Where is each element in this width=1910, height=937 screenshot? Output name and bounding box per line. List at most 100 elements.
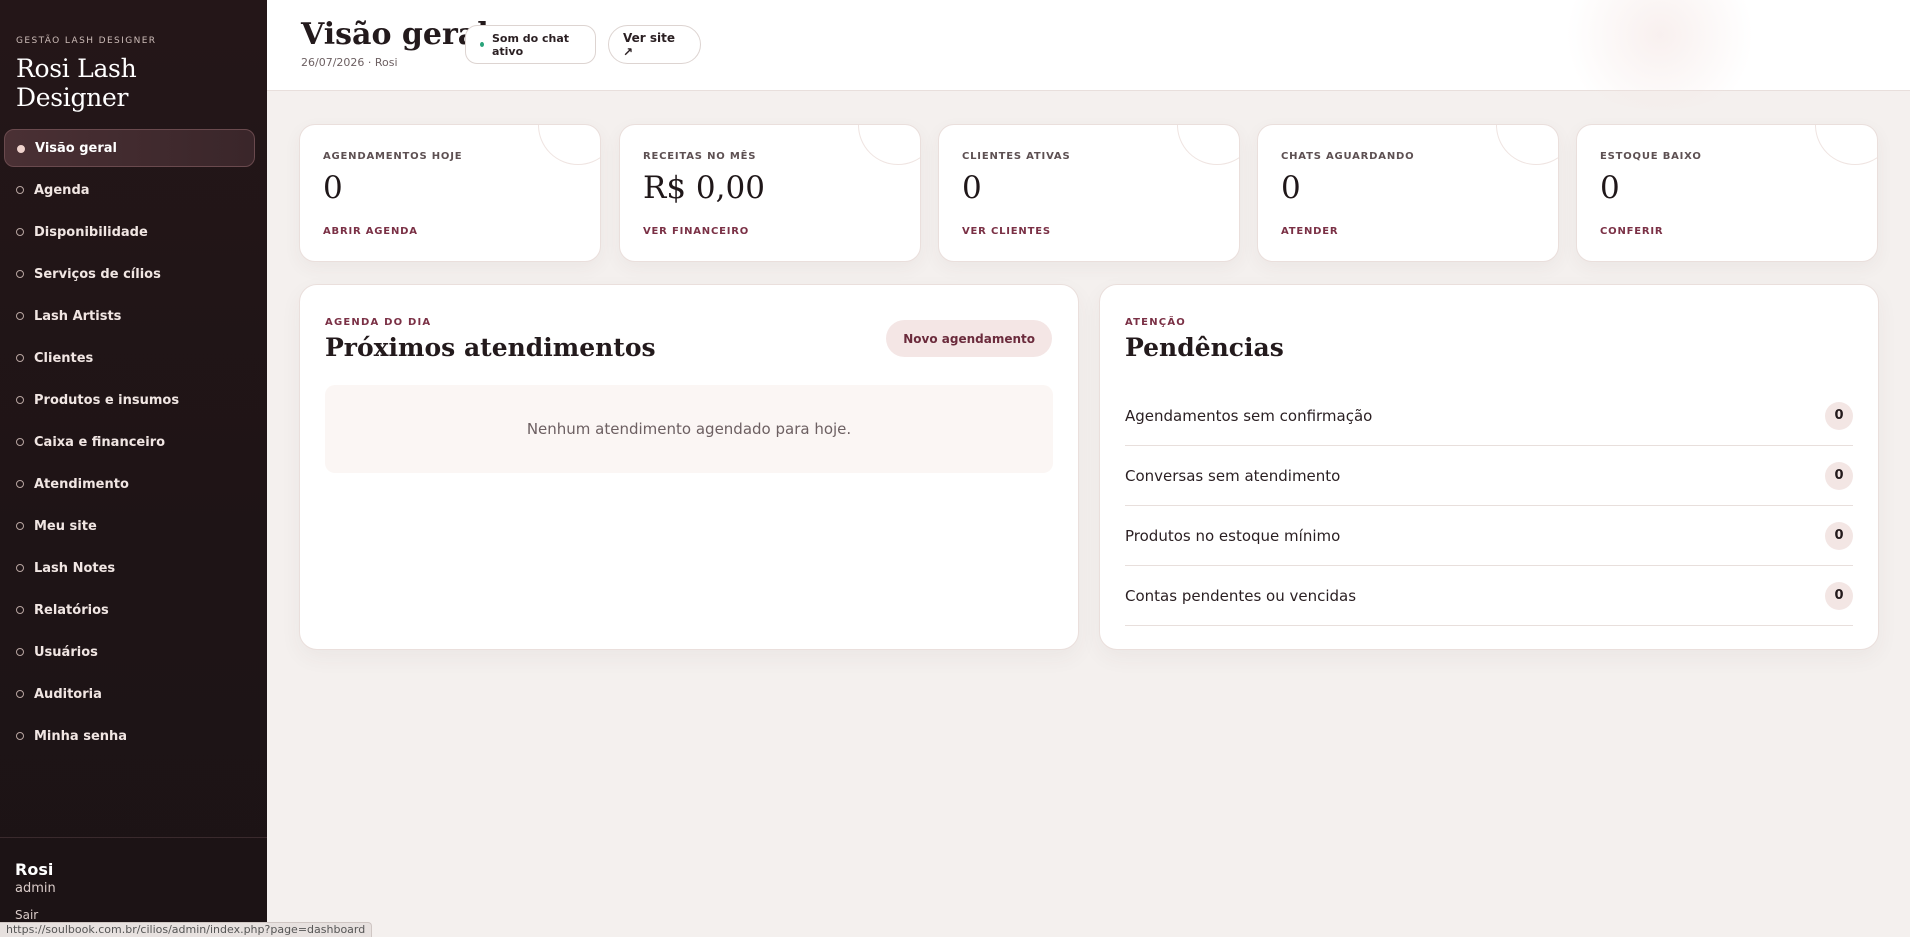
empty-state: Nenhum atendimento agendado para hoje. xyxy=(325,385,1053,473)
stat-card-clientes: CLIENTES ATIVAS 0 VER CLIENTES xyxy=(938,124,1240,262)
sidebar-item-lash-artists[interactable]: Lash Artists xyxy=(4,297,255,335)
bullet-icon xyxy=(16,228,24,236)
sidebar-item-servicos[interactable]: Serviços de cílios xyxy=(4,255,255,293)
sidebar-item-visao-geral[interactable]: Visão geral xyxy=(4,129,255,167)
bullet-icon xyxy=(16,648,24,656)
bullet-icon xyxy=(16,270,24,278)
stat-label: CHATS AGUARDANDO xyxy=(1281,151,1415,162)
view-site-button[interactable]: Ver site ↗ xyxy=(608,25,701,64)
sidebar-item-label: Usuários xyxy=(34,644,98,660)
view-financeiro-link[interactable]: VER FINANCEIRO xyxy=(643,226,749,237)
count-badge: 0 xyxy=(1825,581,1853,610)
page-title: Visão geral xyxy=(301,17,489,52)
sidebar-item-meu-site[interactable]: Meu site xyxy=(4,507,255,545)
view-clientes-link[interactable]: VER CLIENTES xyxy=(962,226,1051,237)
header-decoration xyxy=(1550,0,1770,110)
pendencia-label: Conversas sem atendimento xyxy=(1125,466,1341,485)
sidebar-item-usuarios[interactable]: Usuários xyxy=(4,633,255,671)
bullet-icon xyxy=(16,480,24,488)
page-header: Visão geral 26/07/2026 · Rosi Som do cha… xyxy=(267,0,1910,110)
card-decoration xyxy=(1815,125,1877,165)
sidebar-item-lash-notes[interactable]: Lash Notes xyxy=(4,549,255,587)
conferir-link[interactable]: CONFERIR xyxy=(1600,226,1663,237)
page-subtitle: 26/07/2026 · Rosi xyxy=(301,56,398,69)
browser-status-url: https://soulbook.com.br/cilios/admin/ind… xyxy=(0,922,373,937)
stat-value: 0 xyxy=(323,170,343,206)
user-name: Rosi xyxy=(15,860,54,879)
new-appointment-button[interactable]: Novo agendamento xyxy=(886,320,1052,357)
sidebar-item-label: Disponibilidade xyxy=(34,224,148,240)
stat-value: 0 xyxy=(1281,170,1301,206)
agenda-panel: AGENDA DO DIA Próximos atendimentos Novo… xyxy=(299,284,1079,650)
stat-value: 0 xyxy=(1600,170,1620,206)
list-item[interactable]: Agendamentos sem confirmação 0 xyxy=(1125,386,1853,446)
card-decoration xyxy=(1177,125,1239,165)
stat-card-estoque: ESTOQUE BAIXO 0 CONFERIR xyxy=(1576,124,1878,262)
sidebar-item-label: Auditoria xyxy=(34,686,102,702)
agenda-title: Próximos atendimentos xyxy=(325,333,656,362)
logout-link[interactable]: Sair xyxy=(15,908,38,922)
bullet-icon xyxy=(16,690,24,698)
sidebar-item-label: Lash Notes xyxy=(34,560,116,576)
bullet-icon xyxy=(16,396,24,404)
list-item[interactable]: Conversas sem atendimento 0 xyxy=(1125,446,1853,506)
stat-label: RECEITAS NO MÊS xyxy=(643,151,757,162)
stat-value: 0 xyxy=(962,170,982,206)
brand: GESTÃO LASH DESIGNER Rosi Lash Designer xyxy=(0,0,267,112)
stat-card-agendamentos: AGENDAMENTOS HOJE 0 ABRIR AGENDA xyxy=(299,124,601,262)
sidebar-item-atendimento[interactable]: Atendimento xyxy=(4,465,255,503)
pendencias-kicker: ATENÇÃO xyxy=(1125,317,1186,328)
sidebar-nav: Visão geral Agenda Disponibilidade Servi… xyxy=(0,129,267,759)
agenda-kicker: AGENDA DO DIA xyxy=(325,317,432,328)
stat-label: ESTOQUE BAIXO xyxy=(1600,151,1702,162)
stat-label: AGENDAMENTOS HOJE xyxy=(323,151,463,162)
pendencias-title: Pendências xyxy=(1125,333,1284,362)
sidebar-item-label: Serviços de cílios xyxy=(34,266,161,282)
bullet-icon xyxy=(17,145,25,153)
brand-kicker: GESTÃO LASH DESIGNER xyxy=(16,36,157,46)
status-dot-icon xyxy=(480,42,484,47)
sidebar-item-label: Visão geral xyxy=(35,140,118,156)
sidebar-item-label: Meu site xyxy=(34,518,97,534)
sidebar-item-auditoria[interactable]: Auditoria xyxy=(4,675,255,713)
stat-card-chats: CHATS AGUARDANDO 0 ATENDER xyxy=(1257,124,1559,262)
brand-title[interactable]: Rosi Lash Designer xyxy=(16,54,251,112)
chat-sound-label: Som do chat ativo xyxy=(491,31,570,58)
pendencias-panel: ATENÇÃO Pendências Agendamentos sem conf… xyxy=(1099,284,1879,650)
sidebar-item-label: Caixa e financeiro xyxy=(34,434,166,450)
sidebar-item-label: Minha senha xyxy=(34,728,128,744)
sidebar-item-label: Agenda xyxy=(34,182,90,198)
sidebar: GESTÃO LASH DESIGNER Rosi Lash Designer … xyxy=(0,0,267,937)
bullet-icon xyxy=(16,438,24,446)
stat-card-receitas: RECEITAS NO MÊS R$ 0,00 VER FINANCEIRO xyxy=(619,124,921,262)
sidebar-item-label: Lash Artists xyxy=(34,308,122,324)
sidebar-item-agenda[interactable]: Agenda xyxy=(4,171,255,209)
pendencia-label: Produtos no estoque mínimo xyxy=(1125,526,1341,545)
atender-link[interactable]: ATENDER xyxy=(1281,226,1338,237)
sidebar-item-label: Atendimento xyxy=(34,476,129,492)
sidebar-item-minha-senha[interactable]: Minha senha xyxy=(4,717,255,755)
pendencia-label: Contas pendentes ou vencidas xyxy=(1125,586,1357,605)
sidebar-item-disponibilidade[interactable]: Disponibilidade xyxy=(4,213,255,251)
bullet-icon xyxy=(16,186,24,194)
user-role: admin xyxy=(15,881,56,896)
sidebar-item-produtos[interactable]: Produtos e insumos xyxy=(4,381,255,419)
chat-sound-toggle[interactable]: Som do chat ativo xyxy=(465,25,596,64)
sidebar-item-clientes[interactable]: Clientes xyxy=(4,339,255,377)
bullet-icon xyxy=(16,732,24,740)
bullet-icon xyxy=(16,606,24,614)
sidebar-item-label: Produtos e insumos xyxy=(34,392,180,408)
pendencia-label: Agendamentos sem confirmação xyxy=(1125,406,1373,425)
sidebar-item-caixa[interactable]: Caixa e financeiro xyxy=(4,423,255,461)
list-item[interactable]: Contas pendentes ou vencidas 0 xyxy=(1125,566,1853,626)
sidebar-item-label: Relatórios xyxy=(34,602,109,618)
count-badge: 0 xyxy=(1825,401,1853,430)
card-decoration xyxy=(1496,125,1558,165)
bullet-icon xyxy=(16,564,24,572)
sidebar-item-relatorios[interactable]: Relatórios xyxy=(4,591,255,629)
count-badge: 0 xyxy=(1825,461,1853,490)
open-agenda-link[interactable]: ABRIR AGENDA xyxy=(323,226,418,237)
count-badge: 0 xyxy=(1825,521,1853,550)
list-item[interactable]: Produtos no estoque mínimo 0 xyxy=(1125,506,1853,566)
stat-label: CLIENTES ATIVAS xyxy=(962,151,1071,162)
